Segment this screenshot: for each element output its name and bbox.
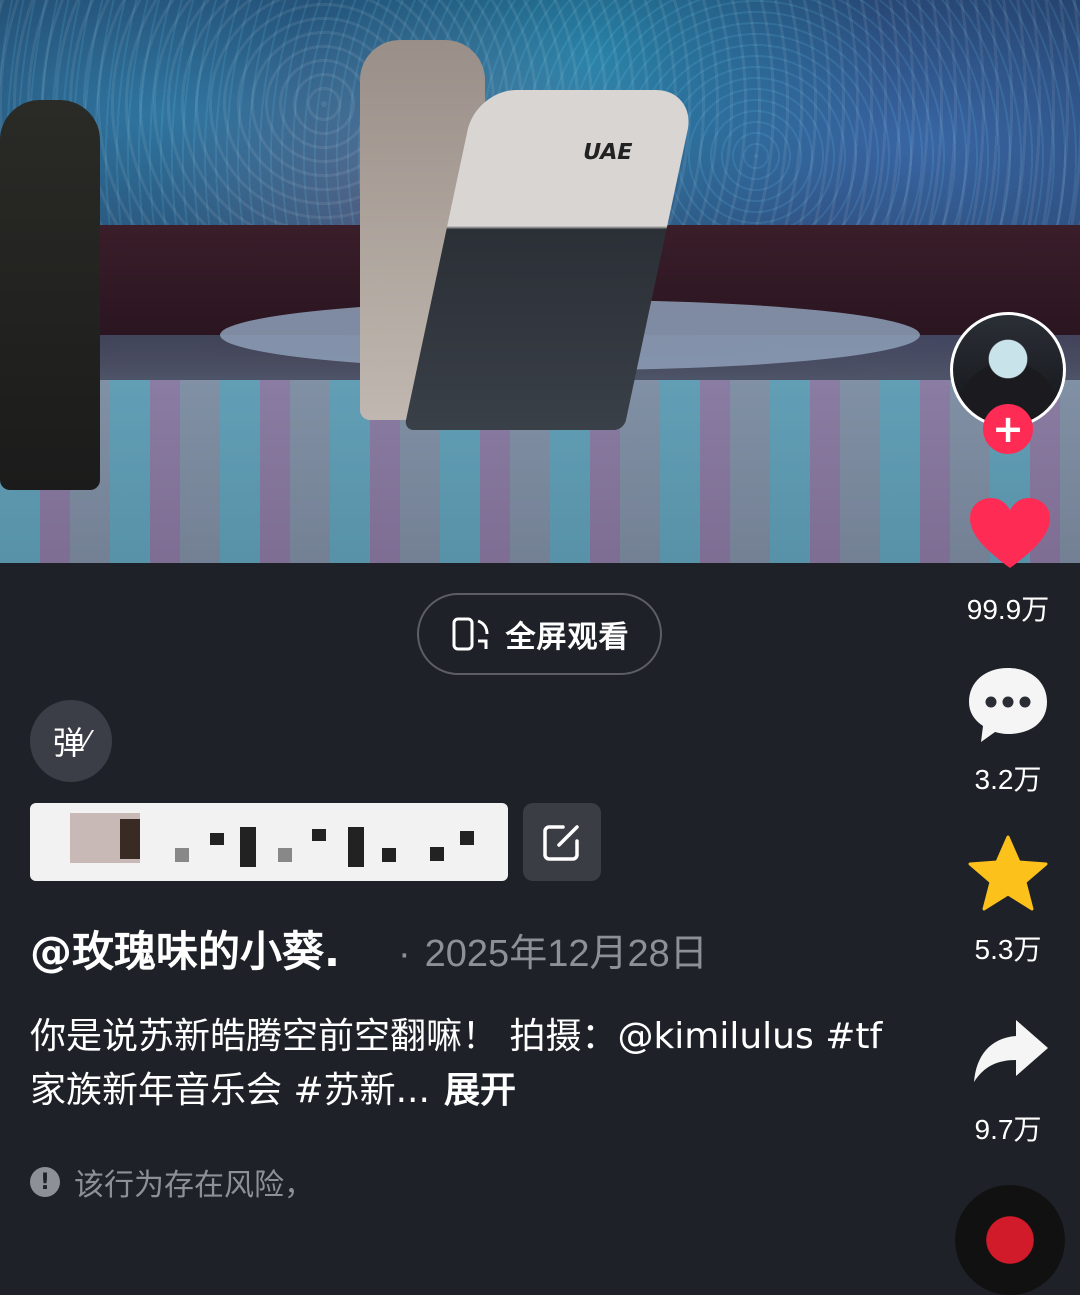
- share-icon: [974, 1020, 1048, 1082]
- date-separator: ·: [398, 933, 411, 975]
- heart-icon: [970, 498, 1050, 568]
- info-icon: !: [30, 1167, 60, 1197]
- rotate-phone-icon: [452, 617, 488, 651]
- danmu-toggle[interactable]: 弹 ⁄: [30, 700, 112, 782]
- post-date: · 2025年12月28日: [398, 922, 708, 977]
- fullscreen-button[interactable]: 全屏观看: [417, 593, 662, 675]
- jersey-text: UAE: [580, 140, 635, 165]
- date-text: 2025年12月28日: [424, 933, 708, 975]
- edit-button[interactable]: [523, 803, 601, 881]
- like-button[interactable]: [968, 496, 1052, 572]
- slash-icon: ⁄: [84, 726, 90, 756]
- follow-button[interactable]: +: [983, 404, 1033, 454]
- performer-left: [0, 100, 100, 490]
- comment-icon: [969, 668, 1047, 742]
- post-description: 你是说苏新皓腾空前空翻嘛！ 拍摄：@kimilulus #tf家族新年音乐会 #…: [30, 1010, 910, 1118]
- video-player[interactable]: UAE: [0, 0, 1080, 563]
- author-name[interactable]: @玫瑰味的小葵.: [30, 918, 340, 979]
- comment-count: 3.2万: [974, 764, 1042, 795]
- star-icon: [968, 835, 1048, 911]
- fullscreen-label: 全屏观看: [505, 620, 630, 655]
- favorite-count: 5.3万: [974, 934, 1042, 965]
- share-count: 9.7万: [974, 1114, 1042, 1145]
- edit-icon: [543, 825, 579, 861]
- share-button[interactable]: [970, 1015, 1050, 1087]
- music-disc[interactable]: [955, 1185, 1065, 1295]
- risk-text: 该行为存在风险，: [74, 1168, 314, 1203]
- expand-link[interactable]: 展开: [444, 1070, 516, 1111]
- danmu-label: 弹: [52, 724, 85, 762]
- risk-notice: ! 该行为存在风险，: [30, 1160, 314, 1204]
- favorite-button[interactable]: [968, 834, 1048, 912]
- comment-button[interactable]: [966, 665, 1050, 745]
- like-count: 99.9万: [966, 594, 1050, 625]
- redacted-banner: [30, 803, 508, 881]
